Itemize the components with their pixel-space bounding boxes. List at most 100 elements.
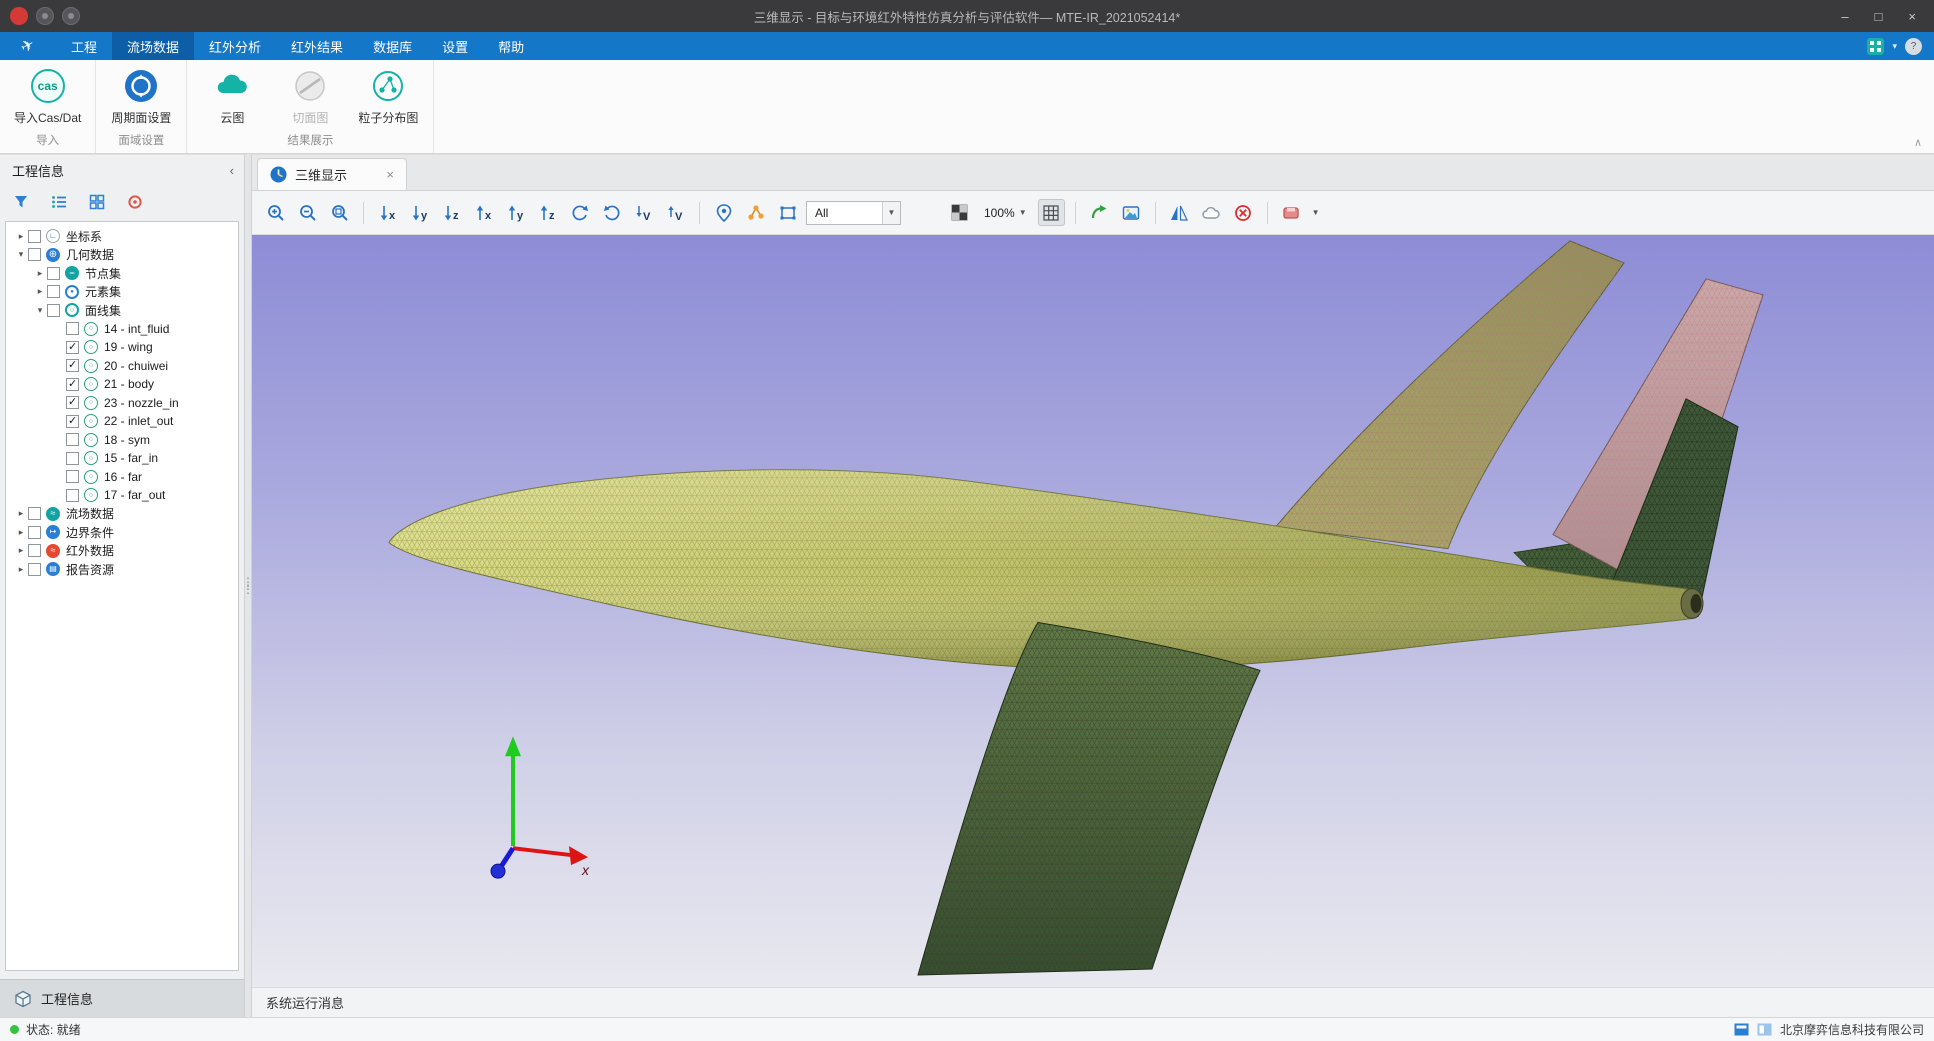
menu-tab[interactable]: 设置 — [427, 32, 483, 60]
system-message-bar[interactable]: 系统运行消息 — [252, 987, 1934, 1017]
menu-tab[interactable]: 工程 — [56, 32, 112, 60]
tree-checkbox[interactable] — [66, 341, 79, 354]
tree-checkbox[interactable] — [28, 230, 41, 243]
ribbon-collapse-icon[interactable]: ∧ — [1914, 136, 1922, 149]
tab-close-icon[interactable]: × — [386, 167, 394, 182]
tree-checkbox[interactable] — [47, 267, 60, 280]
tree-item[interactable]: 23 - nozzle_in — [6, 394, 238, 413]
project-panel-footer-tab[interactable]: 工程信息 — [0, 979, 244, 1017]
tree-item[interactable]: ▾ 几何数据 — [6, 246, 238, 265]
tree-item[interactable]: 15 - far_in — [6, 449, 238, 468]
tree-item[interactable]: ▸ 节点集 — [6, 264, 238, 283]
view-z-up-icon[interactable]: z — [534, 199, 561, 226]
snapshot-icon[interactable] — [1118, 199, 1145, 226]
view-v-down-icon[interactable]: V — [630, 199, 657, 226]
export-view-icon[interactable] — [1086, 199, 1113, 226]
tree-item[interactable]: ▸ 元素集 — [6, 283, 238, 302]
tree-expander-icon[interactable]: ▸ — [14, 527, 28, 538]
tree-checkbox[interactable] — [66, 359, 79, 372]
tree-item[interactable]: 22 - inlet_out — [6, 412, 238, 431]
period-face-settings-button[interactable]: 周期面设置 — [110, 68, 172, 126]
user-icon[interactable]: ? — [1905, 38, 1922, 55]
tree-checkbox[interactable] — [47, 285, 60, 298]
view-x-up-icon[interactable]: x — [470, 199, 497, 226]
rotate-cw-icon[interactable] — [598, 199, 625, 226]
panel-splitter[interactable]: ⋮⋮ — [244, 154, 252, 1017]
tree-item[interactable]: ▾ 面线集 — [6, 301, 238, 320]
cloud-map-button[interactable]: 云图 — [201, 68, 263, 126]
document-tab-3d-view[interactable]: 三维显示 × — [257, 158, 407, 190]
quick-access-icon-2[interactable] — [62, 7, 80, 25]
particle-distribution-button[interactable]: 粒子分布图 — [357, 68, 419, 126]
tree-checkbox[interactable] — [28, 563, 41, 576]
display-filter-select[interactable]: All ▼ — [806, 201, 901, 225]
tree-item[interactable]: ▸ 红外数据 — [6, 542, 238, 561]
tree-expander-icon[interactable]: ▸ — [14, 564, 28, 575]
tree-checkbox[interactable] — [66, 378, 79, 391]
view-x-down-icon[interactable]: x — [374, 199, 401, 226]
close-button[interactable]: × — [1908, 10, 1916, 23]
menu-tab[interactable]: 红外分析 — [194, 32, 276, 60]
save-view-icon[interactable] — [1278, 199, 1305, 226]
viewport-3d[interactable]: x — [252, 235, 1934, 987]
menu-tab[interactable]: 数据库 — [358, 32, 427, 60]
grid-icon[interactable] — [88, 193, 106, 211]
dropdown-caret-icon[interactable]: ▾ — [1892, 41, 1897, 52]
zoom-in-icon[interactable] — [262, 199, 289, 226]
tree-item[interactable]: 16 - far — [6, 468, 238, 487]
quick-access-icon-1[interactable] — [36, 7, 54, 25]
tree-expander-icon[interactable]: ▸ — [14, 231, 28, 242]
smooth-shading-icon[interactable] — [1198, 199, 1225, 226]
tree-checkbox[interactable] — [66, 470, 79, 483]
save-view-caret[interactable]: ▼ — [1310, 200, 1322, 226]
menu-tab[interactable]: 红外结果 — [276, 32, 358, 60]
tree-checkbox[interactable] — [28, 544, 41, 557]
zoom-fit-icon[interactable] — [326, 199, 353, 226]
tree-item[interactable]: 14 - int_fluid — [6, 320, 238, 339]
view-z-down-icon[interactable]: z — [438, 199, 465, 226]
list-icon[interactable] — [50, 193, 68, 211]
particle-trace-icon[interactable] — [742, 199, 769, 226]
tree-expander-icon[interactable]: ▾ — [14, 249, 28, 260]
app-icon-red[interactable] — [10, 7, 28, 25]
tree-item[interactable]: 21 - body — [6, 375, 238, 394]
maximize-button[interactable]: □ — [1875, 10, 1883, 23]
tree-checkbox[interactable] — [66, 452, 79, 465]
window-layout-icon-1[interactable] — [1734, 1023, 1749, 1036]
tree-item[interactable]: 19 - wing — [6, 338, 238, 357]
view-v-up-icon[interactable]: V — [662, 199, 689, 226]
clear-marks-icon[interactable] — [1230, 199, 1257, 226]
zoom-level-select[interactable]: 100% ▼ — [978, 200, 1033, 226]
tree-expander-icon[interactable]: ▸ — [14, 545, 28, 556]
tree-item[interactable]: ▸ 报告资源 — [6, 560, 238, 579]
menu-tab[interactable]: 流场数据 — [112, 32, 194, 60]
tree-item[interactable]: ▸ 流场数据 — [6, 505, 238, 524]
tree-expander-icon[interactable]: ▾ — [33, 305, 47, 316]
tree-item[interactable]: ▸ 边界条件 — [6, 523, 238, 542]
tree-checkbox[interactable] — [28, 507, 41, 520]
view-y-up-icon[interactable]: y — [502, 199, 529, 226]
tree-item[interactable]: 18 - sym — [6, 431, 238, 450]
texture-mode-icon[interactable] — [946, 199, 973, 226]
tree-checkbox[interactable] — [47, 304, 60, 317]
tree-checkbox[interactable] — [28, 248, 41, 261]
window-layout-icon-2[interactable] — [1757, 1023, 1772, 1036]
apps-grid-icon[interactable] — [1867, 38, 1884, 55]
tree-expander-icon[interactable]: ▸ — [33, 268, 47, 279]
tree-checkbox[interactable] — [66, 489, 79, 502]
zoom-out-icon[interactable] — [294, 199, 321, 226]
select-region-icon[interactable] — [774, 199, 801, 226]
rotate-ccw-icon[interactable] — [566, 199, 593, 226]
import-cas-dat-button[interactable]: cas 导入Cas/Dat — [14, 68, 81, 126]
grid-toggle-icon[interactable] — [1038, 199, 1065, 226]
target-icon[interactable] — [126, 193, 144, 211]
tree-checkbox[interactable] — [66, 396, 79, 409]
tree-checkbox[interactable] — [66, 415, 79, 428]
view-y-down-icon[interactable]: y — [406, 199, 433, 226]
mirror-view-icon[interactable] — [1166, 199, 1193, 226]
tree-item[interactable]: 20 - chuiwei — [6, 357, 238, 376]
tree-expander-icon[interactable]: ▸ — [14, 508, 28, 519]
tree-item[interactable]: ▸ 坐标系 — [6, 227, 238, 246]
menu-tab[interactable]: 帮助 — [483, 32, 539, 60]
tree-expander-icon[interactable]: ▸ — [33, 286, 47, 297]
